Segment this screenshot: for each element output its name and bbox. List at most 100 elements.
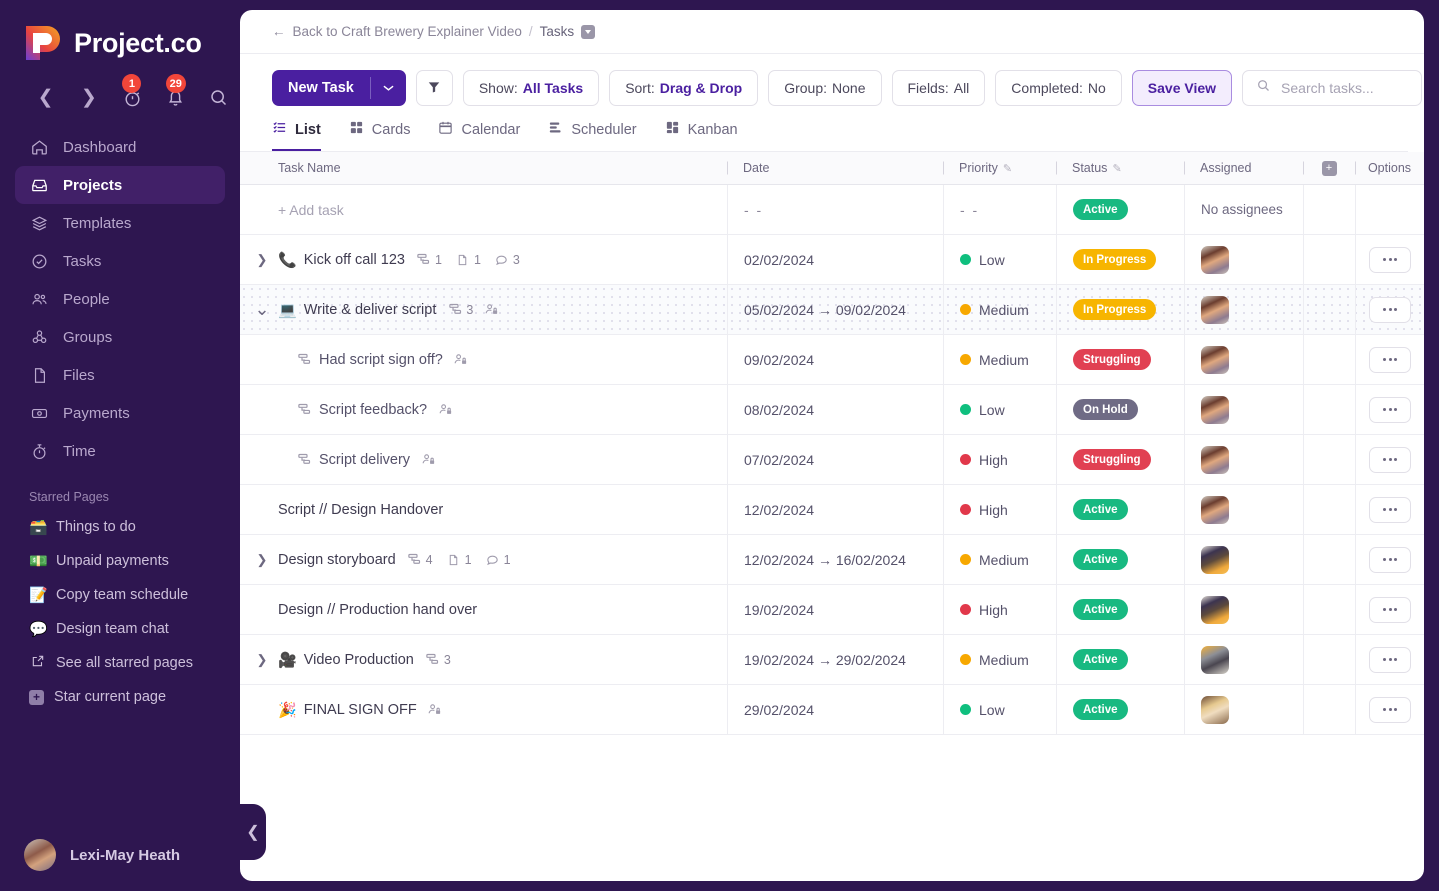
sidebar-item-payments[interactable]: Payments bbox=[15, 394, 225, 432]
status-badge[interactable]: Active bbox=[1073, 499, 1128, 520]
expand-row-chevron-right-icon[interactable]: ❯ bbox=[254, 252, 270, 268]
task-priority-cell[interactable]: Low bbox=[943, 385, 1056, 434]
sidebar-item-groups[interactable]: Groups bbox=[15, 318, 225, 356]
sidebar-item-dashboard[interactable]: Dashboard bbox=[15, 128, 225, 166]
ellipsis-icon[interactable] bbox=[1369, 597, 1411, 623]
task-name-cell[interactable]: Design // Production hand over bbox=[240, 585, 727, 634]
task-assigned-cell[interactable] bbox=[1184, 685, 1303, 734]
task-date-cell[interactable]: 12/02/2024 → 16/02/2024 bbox=[727, 535, 943, 584]
search-tasks-box[interactable] bbox=[1242, 70, 1422, 106]
starred-item-see-all[interactable]: See all starred pages bbox=[0, 646, 240, 680]
assignee-avatar[interactable] bbox=[1201, 446, 1229, 474]
task-assigned-cell[interactable] bbox=[1184, 285, 1303, 334]
task-priority-cell[interactable]: High bbox=[943, 435, 1056, 484]
ellipsis-icon[interactable] bbox=[1369, 347, 1411, 373]
assignee-avatar[interactable] bbox=[1201, 396, 1229, 424]
ellipsis-icon[interactable] bbox=[1369, 547, 1411, 573]
sidebar-item-templates[interactable]: Templates bbox=[15, 204, 225, 242]
task-priority-cell[interactable]: Medium bbox=[943, 635, 1056, 684]
group-filter-button[interactable]: Group: None bbox=[768, 70, 881, 106]
task-assigned-cell[interactable] bbox=[1184, 435, 1303, 484]
task-status-cell[interactable]: In Progress bbox=[1056, 235, 1184, 284]
add-task-label[interactable]: + Add task bbox=[240, 185, 727, 234]
sidebar-item-people[interactable]: People bbox=[15, 280, 225, 318]
task-name-cell[interactable]: ❯🎥Video Production3 bbox=[240, 635, 727, 684]
ellipsis-icon[interactable] bbox=[1369, 647, 1411, 673]
ellipsis-icon[interactable] bbox=[1369, 447, 1411, 473]
task-name-cell[interactable]: Had script sign off? bbox=[240, 335, 727, 384]
nav-forward-button[interactable]: ❯ bbox=[67, 82, 110, 112]
task-assigned-cell[interactable] bbox=[1184, 535, 1303, 584]
task-status-cell[interactable]: Active bbox=[1056, 685, 1184, 734]
task-status-cell[interactable]: On Hold bbox=[1056, 385, 1184, 434]
table-row[interactable]: ⌄💻Write & deliver script305/02/2024 → 09… bbox=[240, 285, 1424, 335]
assignee-avatar[interactable] bbox=[1201, 346, 1229, 374]
task-name-cell[interactable]: ❯📞Kick off call 123113 bbox=[240, 235, 727, 284]
table-row[interactable]: ❯📞Kick off call 12311302/02/2024LowIn Pr… bbox=[240, 235, 1424, 285]
status-badge[interactable]: Active bbox=[1073, 549, 1128, 570]
expand-row-chevron-right-icon[interactable]: ❯ bbox=[254, 652, 270, 668]
task-priority-cell[interactable]: High bbox=[943, 485, 1056, 534]
task-priority-cell[interactable]: Low bbox=[943, 235, 1056, 284]
tab-kanban[interactable]: Kanban bbox=[665, 120, 738, 151]
add-column-icon[interactable]: + bbox=[1322, 161, 1337, 176]
fields-filter-button[interactable]: Fields: All bbox=[892, 70, 986, 106]
task-assigned-cell[interactable] bbox=[1184, 235, 1303, 284]
task-assigned-cell[interactable] bbox=[1184, 585, 1303, 634]
task-assigned-cell[interactable] bbox=[1184, 335, 1303, 384]
task-date-cell[interactable]: 07/02/2024 bbox=[727, 435, 943, 484]
task-priority-cell[interactable]: Medium bbox=[943, 535, 1056, 584]
status-badge[interactable]: Active bbox=[1073, 699, 1128, 720]
timer-button[interactable]: 1 bbox=[110, 82, 153, 112]
assignee-avatar[interactable] bbox=[1201, 296, 1229, 324]
task-assigned-cell[interactable] bbox=[1184, 635, 1303, 684]
assignee-avatar[interactable] bbox=[1201, 646, 1229, 674]
task-date-cell[interactable]: 12/02/2024 bbox=[727, 485, 943, 534]
table-row[interactable]: Script delivery07/02/2024HighStruggling bbox=[240, 435, 1424, 485]
task-assigned-cell[interactable] bbox=[1184, 485, 1303, 534]
ellipsis-icon[interactable] bbox=[1369, 497, 1411, 523]
task-priority-cell[interactable]: High bbox=[943, 585, 1056, 634]
edit-icon[interactable]: ✎ bbox=[1003, 162, 1012, 175]
task-priority-cell[interactable]: Low bbox=[943, 685, 1056, 734]
breadcrumb-back-link[interactable]: Back to Craft Brewery Explainer Video bbox=[293, 24, 522, 39]
status-badge[interactable]: In Progress bbox=[1073, 299, 1156, 320]
tab-scheduler[interactable]: Scheduler bbox=[548, 120, 636, 151]
task-name-cell[interactable]: Script delivery bbox=[240, 435, 727, 484]
sidebar-search-button[interactable] bbox=[197, 82, 240, 112]
notifications-button[interactable]: 29 bbox=[154, 82, 197, 112]
task-name-cell[interactable]: ⌄💻Write & deliver script3 bbox=[240, 285, 727, 334]
caret-down-icon[interactable] bbox=[581, 25, 595, 39]
assignee-avatar[interactable] bbox=[1201, 596, 1229, 624]
show-filter-button[interactable]: Show: All Tasks bbox=[463, 70, 599, 106]
sidebar-collapse-button[interactable]: ❮ bbox=[240, 804, 266, 860]
task-date-cell[interactable]: 29/02/2024 bbox=[727, 685, 943, 734]
table-row[interactable]: Script feedback?08/02/2024LowOn Hold bbox=[240, 385, 1424, 435]
table-row[interactable]: ❯Design storyboard41112/02/2024 → 16/02/… bbox=[240, 535, 1424, 585]
ellipsis-icon[interactable] bbox=[1369, 697, 1411, 723]
status-badge[interactable]: Active bbox=[1073, 199, 1128, 220]
tab-cards[interactable]: Cards bbox=[349, 120, 411, 151]
starred-item-star-current-page[interactable]: + Star current page bbox=[0, 680, 240, 714]
task-status-cell[interactable]: Active bbox=[1056, 485, 1184, 534]
sort-filter-button[interactable]: Sort: Drag & Drop bbox=[609, 70, 758, 106]
task-status-cell[interactable]: Active bbox=[1056, 535, 1184, 584]
status-badge[interactable]: Active bbox=[1073, 649, 1128, 670]
starred-item-design-team-chat[interactable]: 💬 Design team chat bbox=[0, 612, 240, 646]
save-view-button[interactable]: Save View bbox=[1132, 70, 1232, 106]
task-name-cell[interactable]: 🎉FINAL SIGN OFF bbox=[240, 685, 727, 734]
table-row[interactable]: ❯🎥Video Production319/02/2024 → 29/02/20… bbox=[240, 635, 1424, 685]
completed-filter-button[interactable]: Completed: No bbox=[995, 70, 1122, 106]
search-input[interactable] bbox=[1281, 80, 1401, 96]
task-date-cell[interactable]: 02/02/2024 bbox=[727, 235, 943, 284]
task-name-cell[interactable]: Script // Design Handover bbox=[240, 485, 727, 534]
sidebar-item-files[interactable]: Files bbox=[15, 356, 225, 394]
assignee-avatar[interactable] bbox=[1201, 546, 1229, 574]
task-assigned-cell[interactable] bbox=[1184, 385, 1303, 434]
ellipsis-icon[interactable] bbox=[1369, 397, 1411, 423]
table-row[interactable]: Had script sign off?09/02/2024MediumStru… bbox=[240, 335, 1424, 385]
status-badge[interactable]: On Hold bbox=[1073, 399, 1138, 420]
task-name-cell[interactable]: Script feedback? bbox=[240, 385, 727, 434]
expand-row-chevron-right-icon[interactable]: ❯ bbox=[254, 552, 270, 568]
starred-item-things-to-do[interactable]: 🗃️ Things to do bbox=[0, 510, 240, 544]
